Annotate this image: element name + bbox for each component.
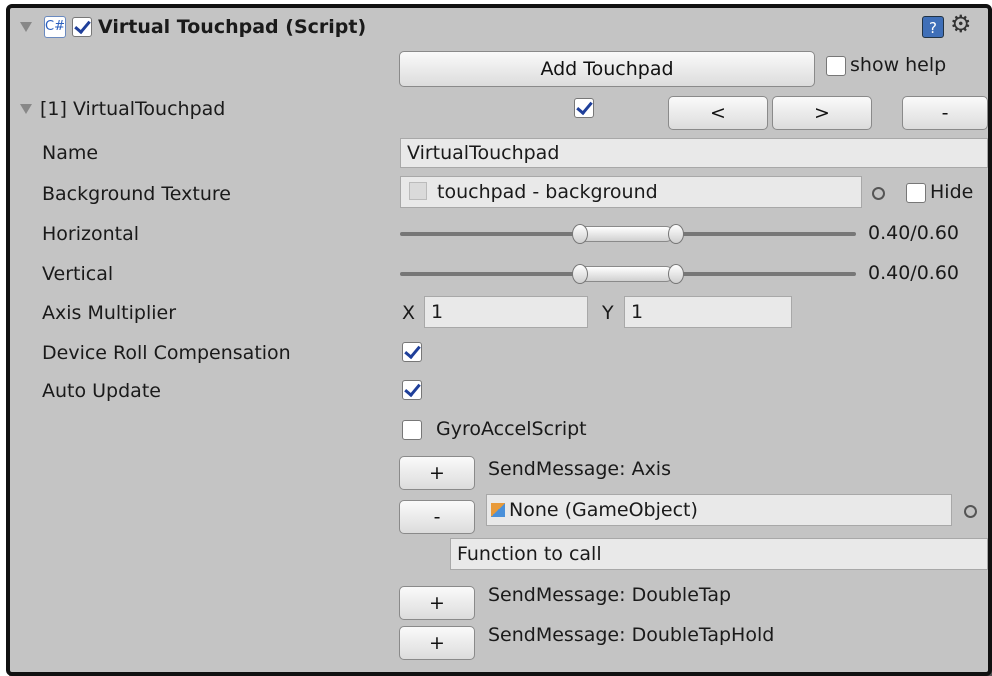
add-axis-message-button[interactable]: + xyxy=(399,456,475,490)
add-doubletap-message-button[interactable]: + xyxy=(399,586,475,620)
next-button[interactable]: > xyxy=(772,96,872,130)
gyro-accel-label: GyroAccelScript xyxy=(436,418,587,440)
axis-message-label: SendMessage: Axis xyxy=(488,458,671,480)
add-doubletaphold-message-button[interactable]: + xyxy=(399,626,475,660)
vertical-range-bar[interactable] xyxy=(578,266,674,282)
horizontal-min-handle[interactable] xyxy=(572,224,588,244)
background-texture-value: touchpad - background xyxy=(437,181,658,203)
inspector-panel: C# Virtual Touchpad (Script) ? ⚙ Add Tou… xyxy=(6,4,992,676)
horizontal-max-handle[interactable] xyxy=(668,224,684,244)
axis-x-label: X xyxy=(402,302,416,324)
auto-update-label: Auto Update xyxy=(42,380,161,402)
gameobject-field[interactable]: None (GameObject) xyxy=(486,494,952,526)
foldout-arrow-icon[interactable] xyxy=(20,22,32,32)
doubletaphold-message-label: SendMessage: DoubleTapHold xyxy=(488,624,775,646)
name-field[interactable]: VirtualTouchpad xyxy=(400,138,988,168)
background-texture-field[interactable]: touchpad - background xyxy=(400,176,862,208)
component-title: Virtual Touchpad (Script) xyxy=(98,16,367,38)
show-help-checkbox[interactable] xyxy=(826,56,846,76)
vertical-min-handle[interactable] xyxy=(572,264,588,284)
vertical-max-handle[interactable] xyxy=(668,264,684,284)
name-label: Name xyxy=(42,142,99,164)
remove-item-button[interactable]: - xyxy=(902,96,988,130)
gyro-accel-checkbox[interactable] xyxy=(402,420,422,440)
function-to-call-field[interactable]: Function to call xyxy=(450,538,988,570)
axis-y-field[interactable]: 1 xyxy=(624,296,792,328)
object-picker-icon[interactable] xyxy=(872,187,885,200)
gear-icon[interactable]: ⚙ xyxy=(950,10,972,38)
axis-x-field[interactable]: 1 xyxy=(424,296,588,328)
horizontal-label: Horizontal xyxy=(42,223,140,245)
hide-checkbox[interactable] xyxy=(906,183,926,203)
device-roll-checkbox[interactable] xyxy=(402,342,422,362)
remove-axis-target-button[interactable]: - xyxy=(399,500,475,534)
auto-update-checkbox[interactable] xyxy=(402,380,422,400)
help-book-icon[interactable]: ? xyxy=(922,16,944,38)
device-roll-label: Device Roll Compensation xyxy=(42,342,291,364)
add-touchpad-button[interactable]: Add Touchpad xyxy=(399,51,815,87)
texture-icon xyxy=(409,182,427,200)
show-help-label: show help xyxy=(850,54,947,76)
horizontal-value: 0.40/0.60 xyxy=(868,222,960,244)
item-foldout-arrow-icon[interactable] xyxy=(20,104,32,114)
axis-multiplier-label: Axis Multiplier xyxy=(42,302,177,324)
item-title: [1] VirtualTouchpad xyxy=(40,98,226,120)
component-enabled-checkbox[interactable] xyxy=(72,17,92,37)
gameobject-cube-icon xyxy=(491,503,505,517)
background-texture-label: Background Texture xyxy=(42,183,231,205)
script-icon: C# xyxy=(44,16,66,38)
vertical-label: Vertical xyxy=(42,263,114,285)
gameobject-value: None (GameObject) xyxy=(509,499,698,521)
prev-button[interactable]: < xyxy=(668,96,768,130)
hide-label: Hide xyxy=(930,181,974,203)
axis-y-label: Y xyxy=(602,302,614,324)
vertical-value: 0.40/0.60 xyxy=(868,262,960,284)
item-enabled-checkbox[interactable] xyxy=(574,98,594,118)
gameobject-picker-icon[interactable] xyxy=(964,505,977,518)
doubletap-message-label: SendMessage: DoubleTap xyxy=(488,584,732,606)
horizontal-range-bar[interactable] xyxy=(578,226,674,242)
